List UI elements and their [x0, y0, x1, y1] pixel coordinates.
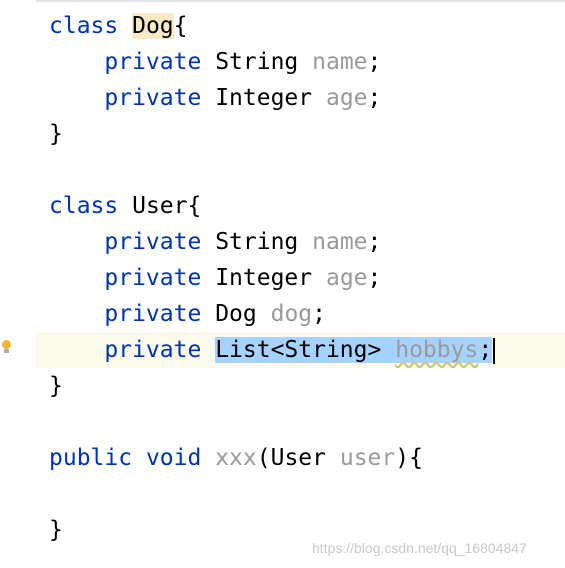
keyword-private: private: [104, 229, 202, 255]
keyword-class: class: [49, 13, 119, 39]
type-name: Dog: [215, 301, 257, 327]
close-brace: }: [49, 121, 63, 147]
param-name: user: [339, 445, 396, 471]
code-line-13[interactable]: public void xxx(User user){: [49, 440, 423, 476]
close-brace: }: [49, 373, 63, 399]
type-name: String: [215, 229, 299, 255]
field-name: name: [312, 229, 368, 255]
selected-text: List<String> hobbys;: [215, 337, 493, 363]
code-line-2[interactable]: private String name;: [49, 44, 381, 80]
keyword-private: private: [104, 337, 202, 363]
method-name: xxx: [215, 445, 257, 471]
code-line-1[interactable]: class Dog{: [49, 8, 188, 44]
field-name: age: [325, 265, 368, 291]
semicolon: ;: [367, 85, 382, 111]
paren-close: ){: [395, 445, 423, 471]
watermark: https://blog.csdn.net/qq_16804847: [312, 540, 527, 556]
code-line-7[interactable]: private String name;: [49, 224, 381, 260]
keyword-private: private: [104, 265, 202, 291]
lightbulb-icon[interactable]: [2, 340, 11, 353]
semicolon: ;: [478, 337, 493, 363]
code-line-11[interactable]: }: [49, 368, 63, 404]
field-name: dog: [270, 301, 313, 327]
type-name: Integer: [215, 265, 313, 291]
semicolon: ;: [367, 265, 382, 291]
code-line-10[interactable]: private List<String> hobbys;: [49, 332, 496, 368]
keyword-public: public: [49, 445, 133, 471]
editor-top-border: [36, 0, 565, 2]
class-name-user: User{: [132, 193, 202, 219]
class-name-dog: Dog: [132, 13, 174, 39]
keyword-void: void: [145, 445, 202, 471]
keyword-private: private: [104, 85, 202, 111]
code-line-15[interactable]: }: [49, 512, 63, 548]
param-type: User: [270, 445, 326, 471]
code-line-4[interactable]: }: [49, 116, 63, 152]
paren-open: (: [256, 445, 271, 471]
close-brace: }: [49, 517, 63, 543]
field-name: hobbys: [395, 337, 479, 363]
type-name: Integer: [215, 85, 313, 111]
keyword-class: class: [49, 193, 119, 219]
text-caret: [493, 337, 496, 364]
semicolon: ;: [367, 49, 382, 75]
type-name: String: [215, 49, 299, 75]
code-line-9[interactable]: private Dog dog;: [49, 296, 326, 332]
keyword-private: private: [104, 301, 202, 327]
field-name: age: [325, 85, 368, 111]
code-line-3[interactable]: private Integer age;: [49, 80, 381, 116]
field-name: name: [312, 49, 368, 75]
code-line-6[interactable]: class User{: [49, 188, 201, 224]
semicolon: ;: [367, 229, 382, 255]
open-brace: {: [173, 13, 188, 39]
semicolon: ;: [312, 301, 326, 327]
code-editor[interactable]: class Dog{ private String name; private …: [0, 0, 565, 568]
keyword-private: private: [104, 49, 202, 75]
code-line-8[interactable]: private Integer age;: [49, 260, 381, 296]
type-name: List<String>: [215, 337, 382, 363]
